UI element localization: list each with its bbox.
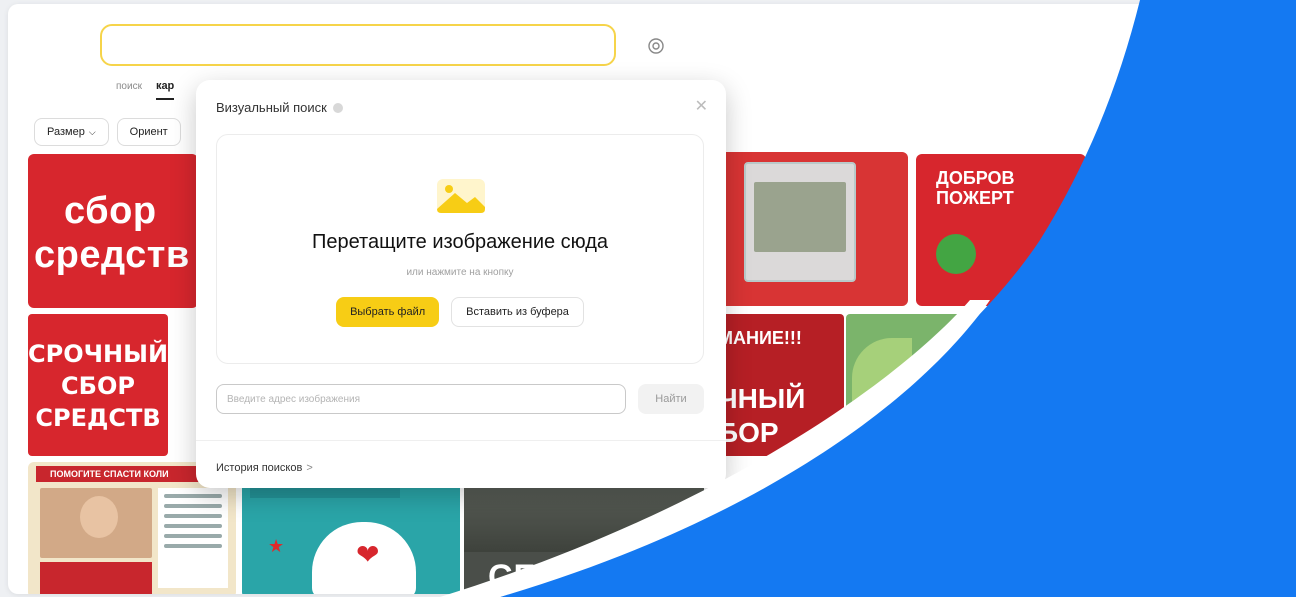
find-button[interactable]: Найти — [638, 384, 704, 414]
drop-heading: Перетащите изображение сюда — [311, 231, 609, 253]
image-dropzone[interactable]: Перетащите изображение сюда или нажмите … — [216, 134, 704, 364]
tile-text: БОР — [718, 417, 779, 448]
filter-orientation-label: Ориент — [129, 126, 168, 138]
tile-text: ДОБРОВ — [936, 168, 1015, 188]
tile-text: СРОЧНЫЙ — [28, 340, 168, 368]
page: поиск кар Размер ⌵ Ориент сбор средств С… — [8, 4, 1296, 594]
coins-pile — [1118, 558, 1296, 594]
image-tile[interactable]: СРОЧНЫЙ СБОР СРЕДСТВ — [28, 314, 168, 456]
image-url-input[interactable] — [216, 384, 626, 414]
tile-text: ПОЖЕРТ — [936, 188, 1014, 208]
chevron-right-icon: > — [306, 462, 313, 474]
image-tile[interactable] — [846, 314, 966, 456]
heart-icon: ❤ — [356, 539, 380, 570]
filter-size-button[interactable]: Размер ⌵ — [34, 118, 109, 146]
divider — [196, 440, 726, 441]
choose-file-button[interactable]: Выбрать файл — [336, 297, 440, 327]
search-history-label: История поисков — [216, 462, 303, 474]
close-button[interactable]: ✕ — [695, 96, 708, 116]
tile-info-block — [158, 488, 228, 588]
money-stack — [754, 182, 846, 252]
search-input[interactable] — [100, 24, 616, 66]
image-tile[interactable]: сбор средств — [28, 154, 198, 308]
tile-text: средств — [34, 234, 190, 276]
chevron-down-icon: ⌵ — [88, 126, 96, 137]
filter-size-label: Размер — [47, 126, 85, 138]
image-tile[interactable]: МАНИЕ!!! ЧНЫЙ БОР — [714, 314, 844, 456]
tile-text: ЧНЫЙ — [718, 383, 806, 414]
info-icon[interactable] — [332, 102, 343, 113]
dialog-title: Визуальный поиск — [216, 100, 343, 115]
image-tile[interactable] — [714, 152, 908, 306]
tab-search[interactable]: поиск — [116, 81, 142, 92]
tile-text: сбор — [64, 190, 157, 232]
tile-photo — [1208, 506, 1242, 546]
star-icon: ★ — [268, 536, 285, 556]
search-history-link[interactable]: История поисков > — [216, 462, 313, 474]
search-type-tabs: поиск кар — [116, 80, 175, 100]
close-icon: ✕ — [694, 98, 708, 115]
image-icon — [437, 179, 485, 213]
tile-photo — [464, 482, 704, 552]
tile-photo — [40, 488, 152, 558]
tile-text: СРЕДСТВ — [35, 404, 161, 432]
tile-circle-icon — [936, 234, 976, 274]
tile-photo — [852, 338, 912, 428]
tile-text: СБОР — [61, 372, 135, 400]
tile-text: МАНИЕ!!! — [718, 328, 802, 348]
dialog-title-text: Визуальный поиск — [216, 100, 327, 115]
filter-bar: Размер ⌵ Ориент — [34, 118, 181, 146]
visual-search-dialog: Визуальный поиск ✕ Перетащите изображени… — [196, 80, 726, 488]
dropzone-buttons: Выбрать файл Вставить из буфера — [217, 297, 703, 327]
tile-text: СБО — [488, 558, 567, 594]
tab-images[interactable]: кар — [155, 80, 175, 100]
paste-from-clipboard-button[interactable]: Вставить из буфера — [451, 297, 584, 327]
tile-text: АТЗОВ — [1178, 524, 1204, 533]
camera-icon — [648, 38, 664, 54]
image-tile[interactable]: ДОБРОВ ПОЖЕРТ — [916, 154, 1086, 306]
tile-red-box — [40, 562, 152, 594]
filter-orientation-button[interactable]: Ориент — [116, 118, 181, 146]
image-tile[interactable]: АТЗОВ — [1118, 462, 1296, 594]
camera-search-button[interactable] — [644, 34, 668, 58]
drop-subtext: или нажмите на кнопку — [406, 267, 514, 278]
